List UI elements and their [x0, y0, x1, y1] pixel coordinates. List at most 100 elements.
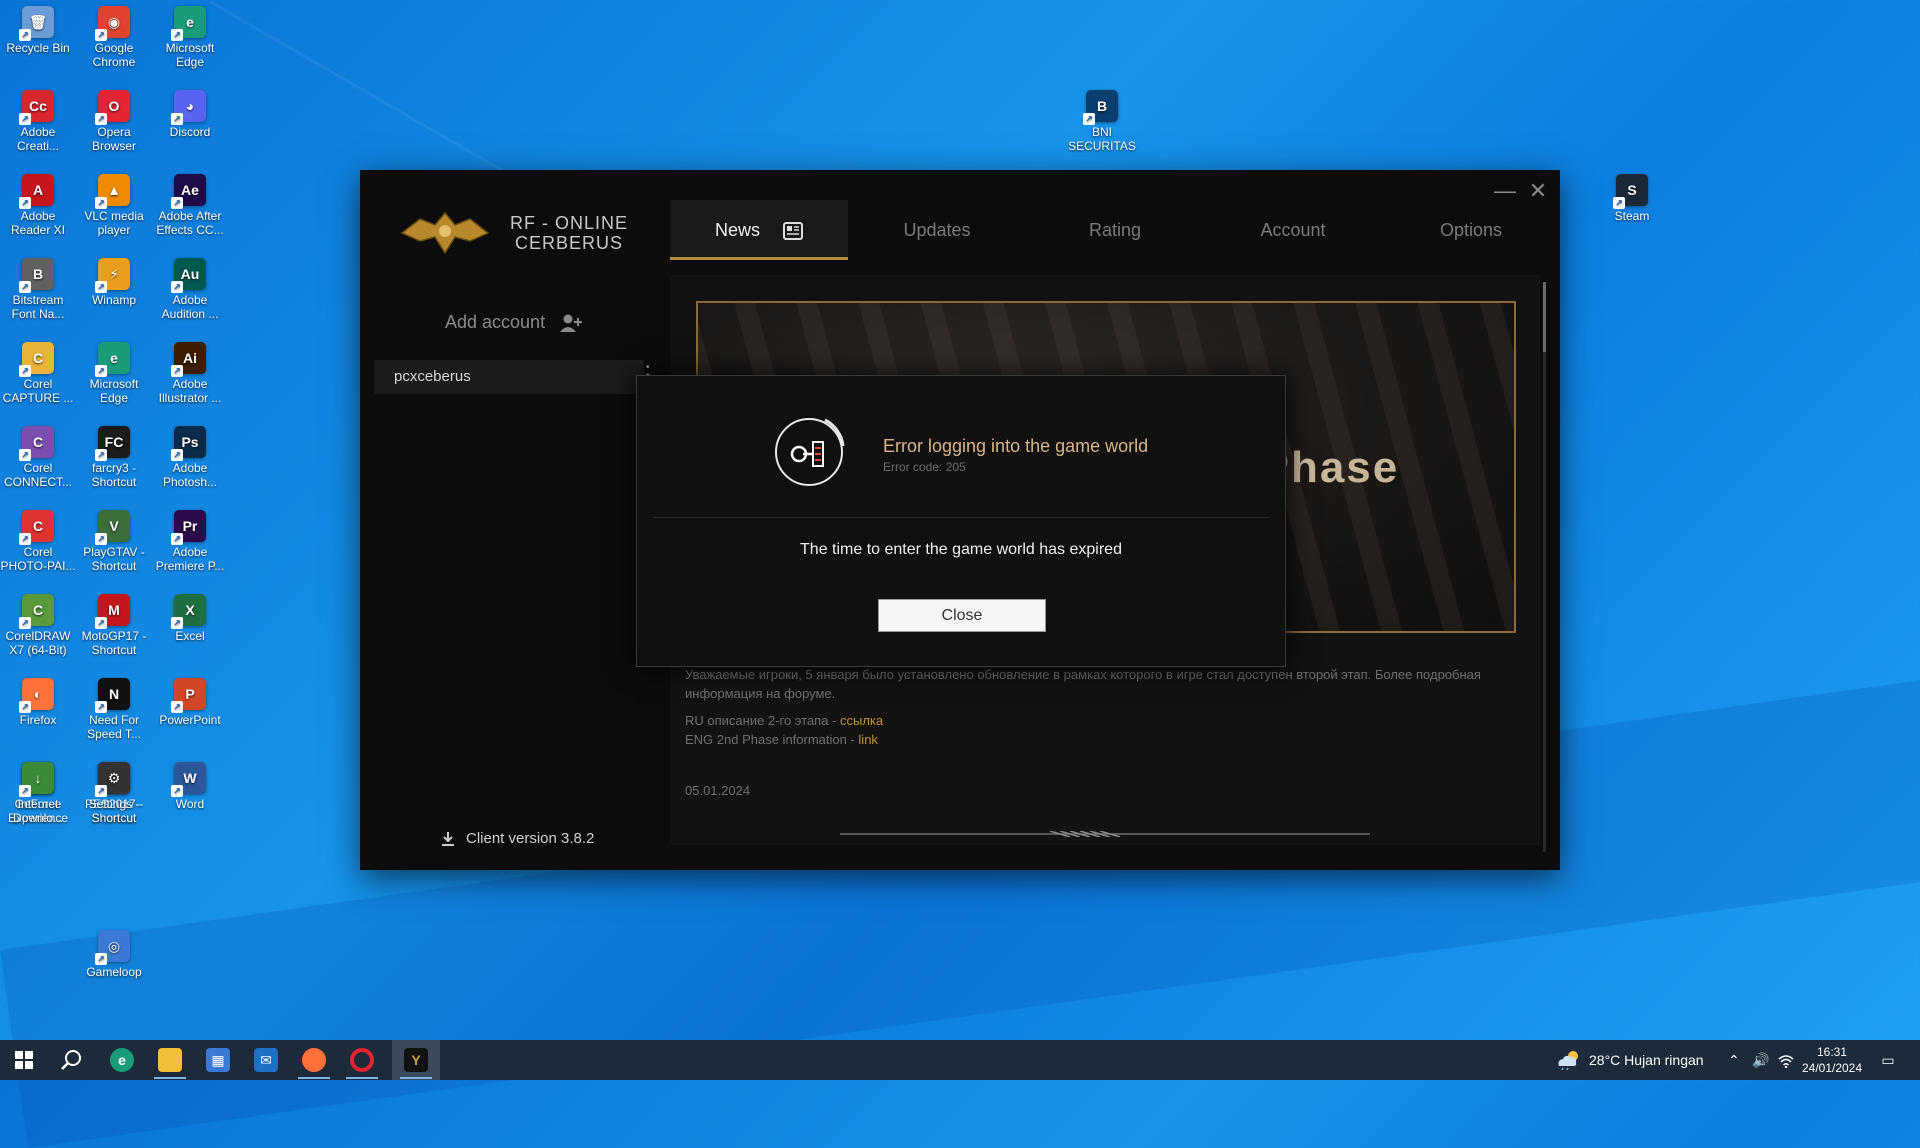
discord-icon: ◕ [171, 90, 206, 125]
desktop-icon-bni-securitas[interactable]: BBNI SECURITAS [1064, 90, 1140, 153]
desktop-icon-recycle-bin[interactable]: 🗑Recycle Bin [0, 6, 76, 55]
recycle-bin-icon: 🗑 [19, 6, 54, 41]
corel-photo-pai-icon: C [19, 510, 54, 545]
desktop-icon-motogp17-shortcut[interactable]: MMotoGP17 - Shortcut [76, 594, 152, 657]
weather-text: 28°C Hujan ringan [1589, 1052, 1704, 1068]
desktop-icon-playgtav-shortcut[interactable]: VPlayGTAV - Shortcut [76, 510, 152, 573]
desktop-icon-corel-capture[interactable]: CCorel CAPTURE ... [0, 342, 76, 405]
desktop-icon-internet-downlo[interactable]: ↓Internet Downlo... [0, 762, 76, 825]
word-icon: W [171, 762, 206, 797]
desktop-icon-microsoft-edge[interactable]: eMicrosoft Edge [76, 342, 152, 405]
tab-updates[interactable]: Updates [848, 200, 1026, 260]
taskbar-mail[interactable]: ✉ [242, 1040, 290, 1080]
desktop-icon-settings-shortcut[interactable]: ⚙Settings - Shortcut [76, 762, 152, 825]
taskbar-firefox[interactable] [290, 1040, 338, 1080]
desktop-icon-microsoft-edge[interactable]: eMicrosoft Edge [152, 6, 228, 69]
system-clock[interactable]: 16:31 24/01/2024 [1796, 1044, 1868, 1076]
tab-options[interactable]: Options [1382, 200, 1560, 260]
desktop-icon-label: Adobe Creati... [16, 125, 59, 153]
desktop-icon-word[interactable]: WWord [152, 762, 228, 811]
notification-center-icon[interactable]: ▭ [1876, 1040, 1900, 1080]
corel-capture-icon: C [19, 342, 54, 377]
desktop-icon-farcry3-shortcut[interactable]: FCfarcry3 - Shortcut [76, 426, 152, 489]
bitstream-font-na-icon: B [19, 258, 54, 293]
desktop-icon-adobe-photosh[interactable]: PsAdobe Photosh... [152, 426, 228, 489]
adobe-after-effects-cc-icon: Ae [171, 174, 206, 209]
desktop-icon-coreldraw-x7-64-bit[interactable]: CCorelDRAW X7 (64-Bit) [0, 594, 76, 657]
desktop-icon-need-for-speed-t[interactable]: NNeed For Speed T... [76, 678, 152, 741]
account-list-item[interactable]: pcxceberus ••• [374, 360, 650, 394]
tab-news[interactable]: News [670, 200, 848, 260]
taskbar-rf-launcher[interactable]: Y [392, 1040, 440, 1080]
scroll-thumb[interactable] [1543, 282, 1546, 352]
opera-icon [350, 1048, 374, 1072]
start-button[interactable] [0, 1040, 48, 1080]
adobe-premiere-p-icon: Pr [171, 510, 206, 545]
desktop-icon-bitstream-font-na[interactable]: BBitstream Font Na... [0, 258, 76, 321]
desktop-icon-adobe-illustrator[interactable]: AiAdobe Illustrator ... [152, 342, 228, 405]
desktop-icon-gameloop[interactable]: ◎Gameloop [76, 930, 152, 979]
desktop-icon-firefox[interactable]: ◐Firefox [0, 678, 76, 727]
newspaper-icon [783, 222, 804, 241]
desktop-icon-vlc-media-player[interactable]: ▲VLC media player [76, 174, 152, 237]
taskbar-file-explorer[interactable] [146, 1040, 194, 1080]
dialog-title: Error logging into the game world [883, 436, 1149, 456]
desktop-icon-adobe-reader-xi[interactable]: AAdobe Reader XI [0, 174, 76, 237]
tray-overflow-chevron-icon[interactable]: ⌃ [1728, 1040, 1740, 1080]
weather-widget[interactable]: 28°C Hujan ringan [1555, 1040, 1704, 1080]
farcry3-shortcut-icon: FC [95, 426, 130, 461]
desktop-icon-adobe-creati[interactable]: CcAdobe Creati... [0, 90, 76, 153]
news-eng-label: ENG 2nd Phase information - [685, 732, 859, 747]
desktop-icon-label: Firefox [19, 713, 57, 727]
desktop-icon-label: Corel CAPTURE ... [2, 377, 74, 405]
desktop-icon-label: PlayGTAV - Shortcut [83, 545, 145, 573]
desktop-icon-opera-browser[interactable]: OOpera Browser [76, 90, 152, 153]
steam-icon: S [1613, 174, 1648, 209]
add-account-button[interactable]: Add account [445, 312, 583, 333]
desktop-icon-adobe-after-effects-cc[interactable]: AeAdobe After Effects CC... [152, 174, 228, 237]
add-user-icon [560, 314, 583, 332]
wifi-icon[interactable] [1778, 1040, 1794, 1080]
desktop-icon-label: Microsoft Edge [89, 377, 139, 405]
desktop-icon-discord[interactable]: ◕Discord [152, 90, 228, 139]
desktop-icon-adobe-premiere-p[interactable]: PrAdobe Premiere P... [152, 510, 228, 573]
desktop-icon-corel-photo-pai[interactable]: CCorel PHOTO-PAI... [0, 510, 76, 573]
desktop-icon-label: Microsoft Edge [165, 41, 215, 69]
desktop-icon-label: Internet Downlo... [12, 797, 64, 825]
news-ru-link[interactable]: ссылка [840, 713, 883, 728]
desktop-icon-corel-connect[interactable]: CCorel CONNECT... [0, 426, 76, 489]
desktop-icon-steam[interactable]: SSteam [1594, 174, 1670, 223]
playgtav-shortcut-icon: V [95, 510, 130, 545]
download-icon [442, 831, 454, 846]
tab-rating[interactable]: Rating [1026, 200, 1204, 260]
dialog-close-button[interactable]: Close [878, 599, 1046, 632]
news-eng-link[interactable]: link [858, 732, 878, 747]
desktop-icon-adobe-audition[interactable]: AuAdobe Audition ... [152, 258, 228, 321]
rain-cloud-icon [1558, 1051, 1578, 1070]
taskbar-edge[interactable]: e [98, 1040, 146, 1080]
tab-updates-label: Updates [903, 220, 971, 240]
desktop-icon-google-chrome[interactable]: ◉Google Chrome [76, 6, 152, 69]
desktop-icon-label: Word [175, 797, 205, 811]
desktop-icon-winamp[interactable]: ⚡Winamp [76, 258, 152, 307]
store-icon: ▦ [206, 1048, 230, 1072]
desktop-icon-excel[interactable]: XExcel [152, 594, 228, 643]
volume-icon[interactable]: 🔊 [1752, 1040, 1769, 1080]
desktop-icon-label: MotoGP17 - Shortcut [81, 629, 147, 657]
desktop-icon-label: Winamp [91, 293, 136, 307]
folder-icon [158, 1048, 182, 1072]
winamp-icon: ⚡ [95, 258, 130, 293]
taskbar-opera[interactable] [338, 1040, 386, 1080]
tab-account[interactable]: Account [1204, 200, 1382, 260]
search-icon [61, 1050, 81, 1070]
mail-icon: ✉ [254, 1048, 278, 1072]
desktop-icon-label: Gameloop [86, 965, 142, 979]
desktop-icon-label: Corel CONNECT... [3, 461, 72, 489]
search-button[interactable] [48, 1040, 96, 1080]
client-version: Client version 3.8.2 [440, 830, 594, 847]
content-scrollbar[interactable] [1543, 282, 1546, 852]
news-date: 05.01.2024 [685, 783, 751, 798]
left-panel: RF - ONLINE CERBERUS Add account pcxcebe… [360, 170, 670, 870]
taskbar-store[interactable]: ▦ [194, 1040, 242, 1080]
desktop-icon-powerpoint[interactable]: PPowerPoint [152, 678, 228, 727]
